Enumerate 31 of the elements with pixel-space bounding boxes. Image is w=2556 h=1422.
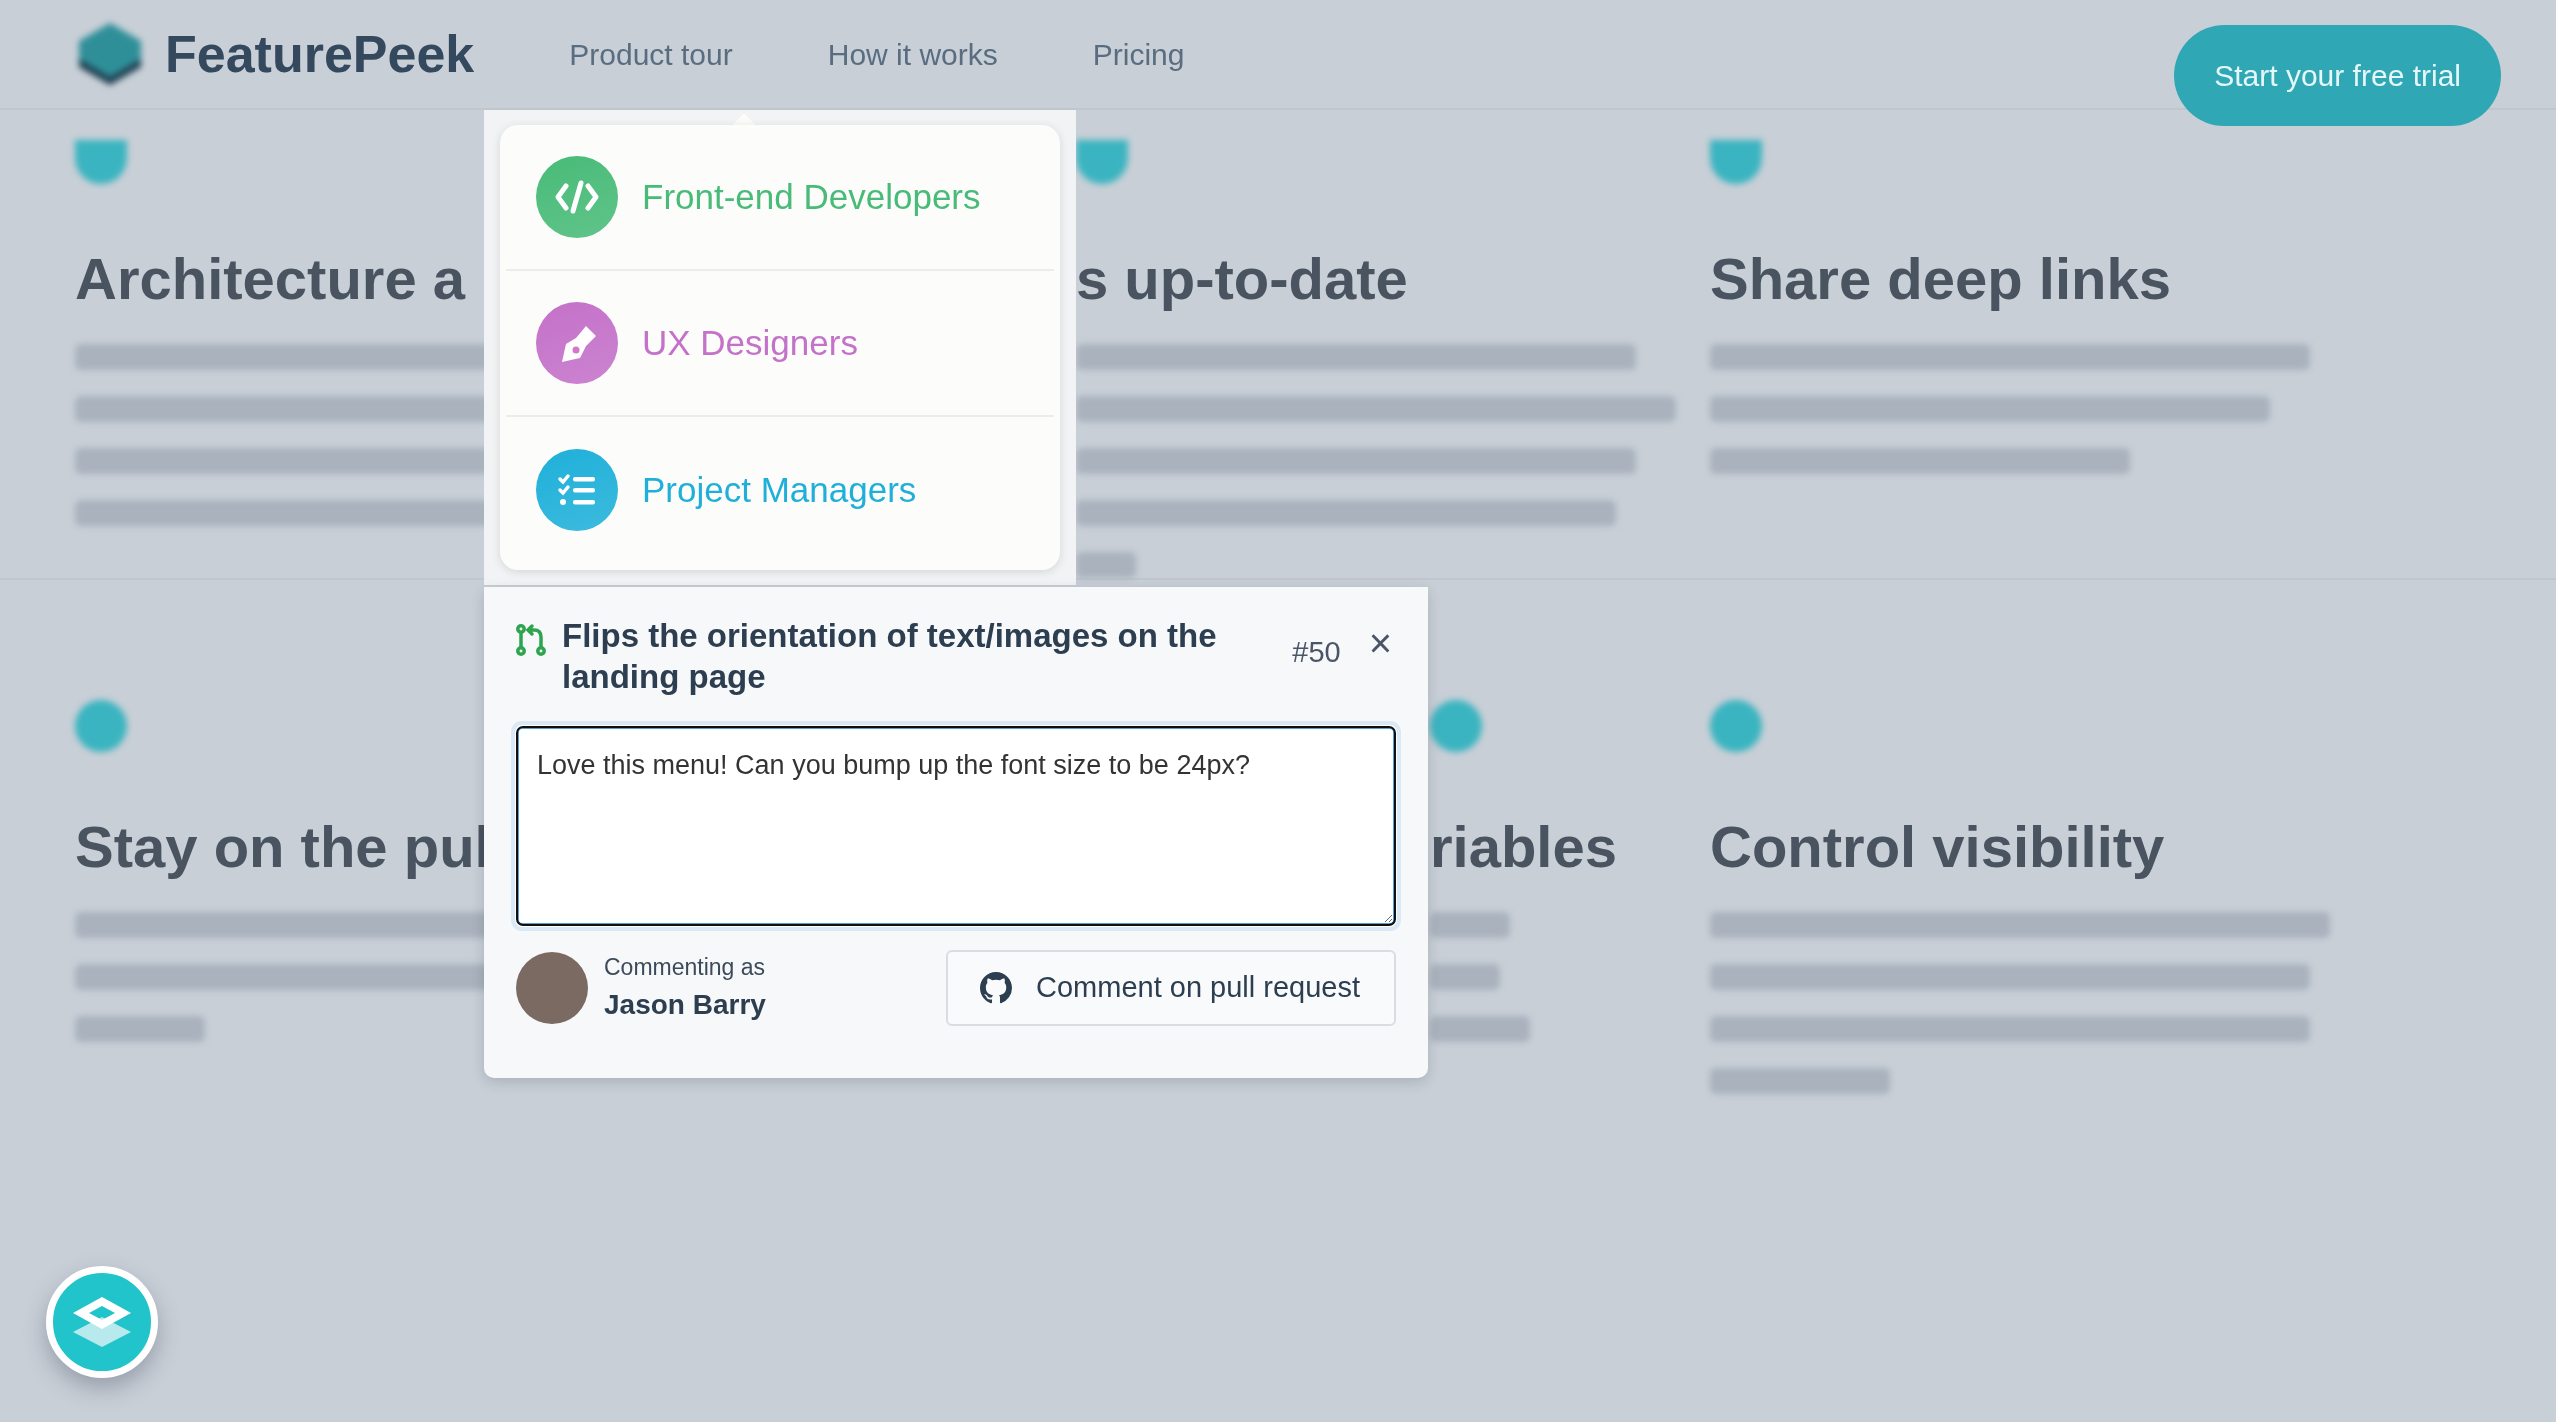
feature-icon [75,140,127,184]
menu-item[interactable]: Front-end Developers [506,125,1054,271]
commenting-as-label: Commenting as [604,952,767,982]
menu-item[interactable]: Project Managers [506,417,1054,563]
pull-request-icon [516,623,546,657]
github-icon [980,971,1012,1004]
comment-button[interactable]: Comment on pull request [946,950,1396,1026]
feature-icon [1076,140,1128,184]
nav-link[interactable]: Pricing [1092,31,1185,77]
nav-link[interactable]: Product tour [569,31,733,77]
feature-icon [1710,700,1762,752]
feature-title: Share deep links [1710,245,2172,313]
blurred-text [1076,551,1136,578]
trial-button[interactable]: Start your free trial [2174,25,2501,126]
feature-title: Control visibility [1710,813,2166,881]
nav-link[interactable]: How it works [827,31,998,77]
feature-title: s up-to-date [1076,245,1409,313]
feature-icon [1430,700,1482,752]
pull-request-number: #50 [1292,635,1341,670]
author-name: Jason Barry [604,988,767,1022]
feature-title: riables [1430,813,1618,881]
layers-icon [73,1297,131,1347]
menu-item[interactable]: UX Designers [506,271,1054,417]
comment-field[interactable]: Love this menu! Can you bump up the font size to be 24px? [516,725,1396,926]
blurred-text [1430,963,1500,990]
feature-icon [75,700,127,752]
feature-icon [1710,140,1762,184]
pull-request-title: Flips the orientation of text/images on the landing page [562,616,1218,698]
brand-name[interactable]: FeaturePeek [165,15,475,93]
close-button[interactable]: × [1364,623,1396,663]
feature-title: Architecture a [75,245,467,313]
